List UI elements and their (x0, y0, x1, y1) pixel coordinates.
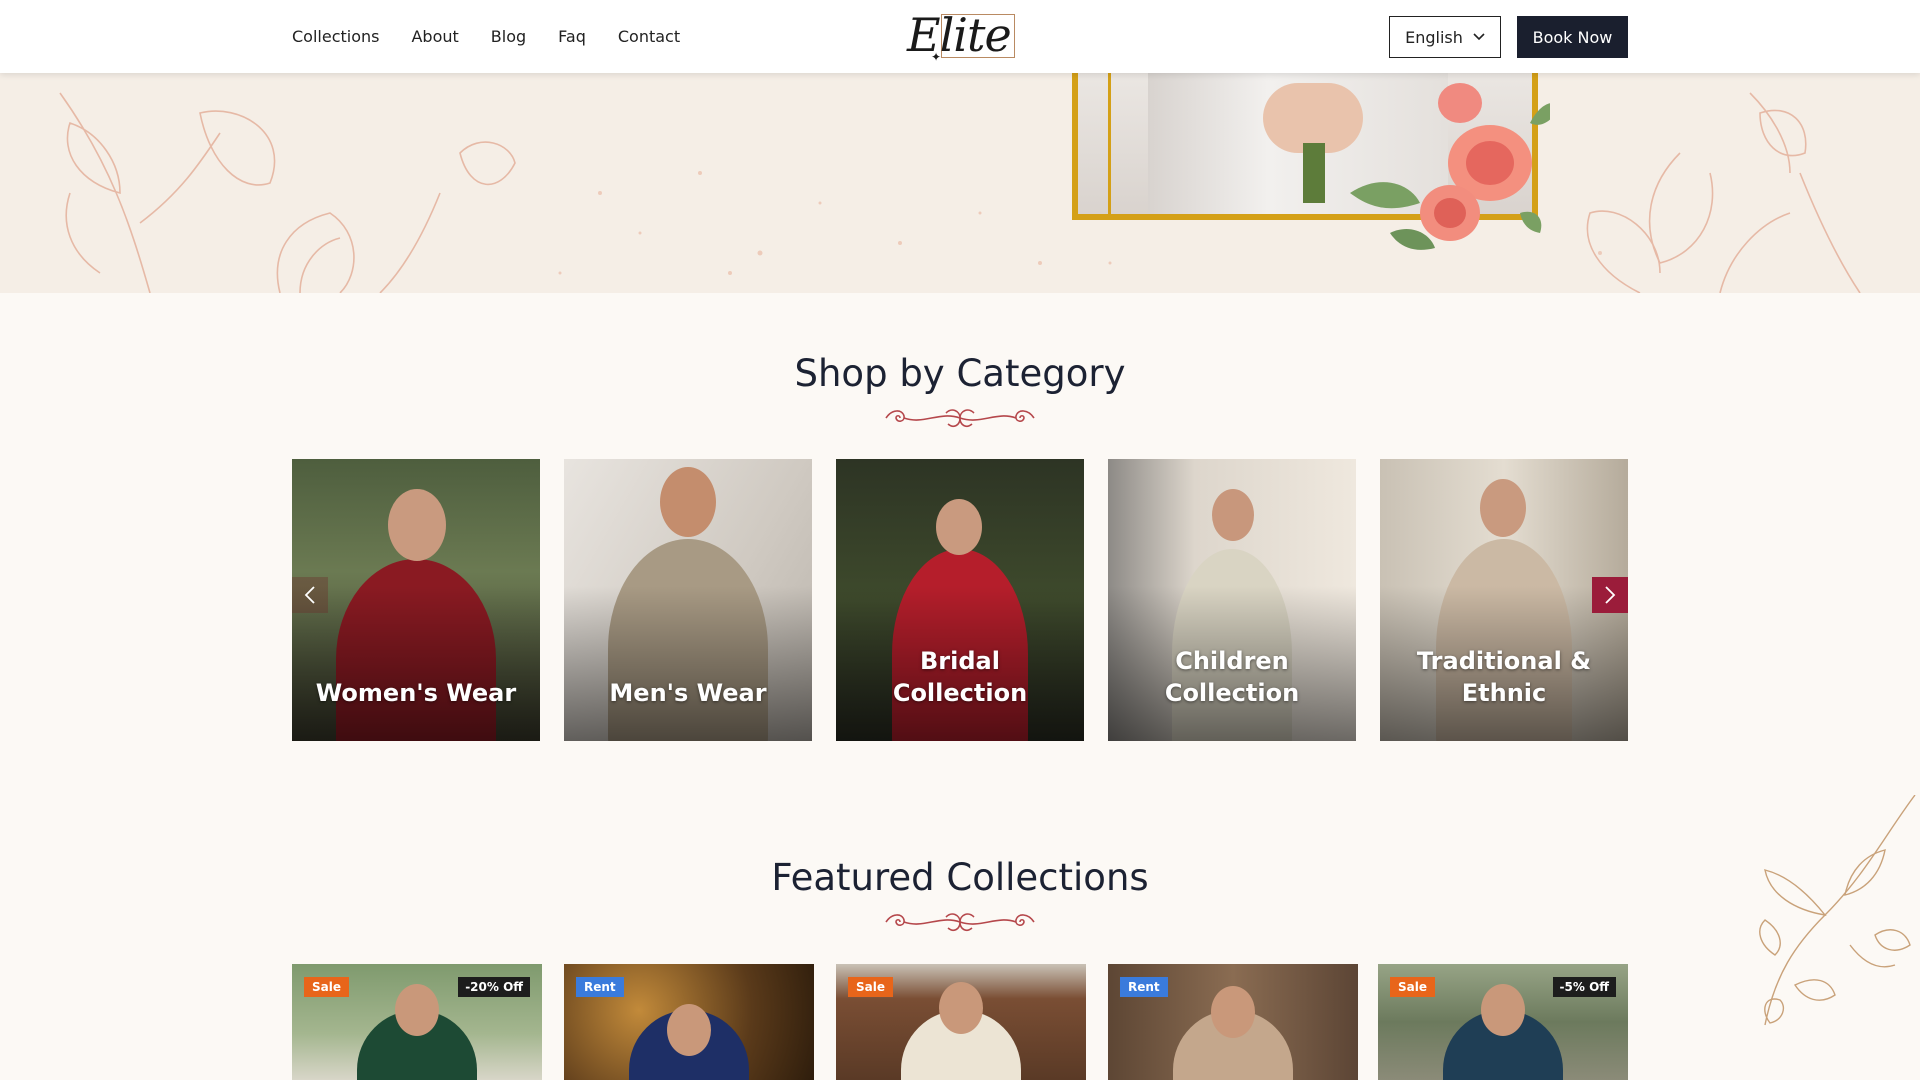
category-label: Men's Wear (609, 679, 767, 707)
nav-link-contact[interactable]: Contact (618, 27, 680, 46)
discount-badge: -20% Off (458, 977, 530, 997)
hero-banner (0, 73, 1920, 293)
carousel-prev-button[interactable] (292, 577, 328, 613)
logo-text: Elite (907, 8, 1012, 62)
category-card-womens-wear[interactable]: Women's Wear (292, 459, 540, 741)
sale-badge: Sale (1390, 977, 1435, 997)
book-now-button[interactable]: Book Now (1517, 16, 1628, 58)
carousel-next-button[interactable] (1592, 577, 1628, 613)
category-label: Traditional & Ethnic (1416, 647, 1592, 707)
nav-link-about[interactable]: About (411, 27, 458, 46)
sale-badge: Sale (304, 977, 349, 997)
sale-badge: Sale (848, 977, 893, 997)
featured-product-card[interactable]: Sale -20% Off (292, 964, 542, 1080)
featured-collections-heading: Featured Collections (771, 856, 1149, 899)
frame-inner-line (1108, 73, 1111, 214)
language-select[interactable]: English (1389, 16, 1501, 58)
chevron-left-icon (304, 586, 315, 604)
nav-link-blog[interactable]: Blog (491, 27, 526, 46)
featured-product-card[interactable]: Rent (564, 964, 814, 1080)
shop-by-category-heading: Shop by Category (794, 352, 1126, 395)
category-card-children-collection[interactable]: Children Collection (1108, 459, 1356, 741)
person-head (1481, 984, 1525, 1036)
site-logo[interactable]: Elite ✦ (903, 8, 1017, 64)
language-label: English (1405, 27, 1463, 47)
category-card-traditional-ethnic[interactable]: Traditional & Ethnic (1380, 459, 1628, 741)
category-label: Women's Wear (315, 679, 517, 707)
discount-badge: -5% Off (1552, 977, 1616, 997)
rent-badge: Rent (576, 977, 624, 997)
nav-link-collections[interactable]: Collections (292, 27, 379, 46)
person-head (667, 1004, 711, 1056)
featured-product-card[interactable]: Rent (1108, 964, 1358, 1080)
sparkle-icon: ✦ (931, 50, 942, 64)
category-card-bridal-collection[interactable]: Bridal Collection (836, 459, 1084, 741)
floral-background-illustration (59, 92, 1861, 293)
heading-ornament-icon (885, 913, 1035, 931)
chevron-down-icon (1473, 30, 1485, 44)
corner-flower-illustration (1759, 795, 1916, 1026)
nav-links: Collections About Blog Faq Contact (292, 0, 680, 73)
rose-decoration-illustration (1350, 83, 1550, 250)
rent-badge: Rent (1120, 977, 1168, 997)
nav-link-faq[interactable]: Faq (558, 27, 586, 46)
person-head (1211, 986, 1255, 1038)
person-head (395, 984, 439, 1036)
top-navbar: Collections About Blog Faq Contact Elite… (0, 0, 1920, 73)
category-label: Bridal Collection (892, 647, 1028, 707)
category-label: Children Collection (1164, 647, 1300, 707)
heading-ornament-icon (885, 409, 1035, 427)
person-head (939, 982, 983, 1034)
featured-product-card[interactable]: Sale -5% Off (1378, 964, 1628, 1080)
category-card-mens-wear[interactable]: Men's Wear (564, 459, 812, 741)
featured-product-card[interactable]: Sale (836, 964, 1086, 1080)
chevron-right-icon (1605, 586, 1616, 604)
